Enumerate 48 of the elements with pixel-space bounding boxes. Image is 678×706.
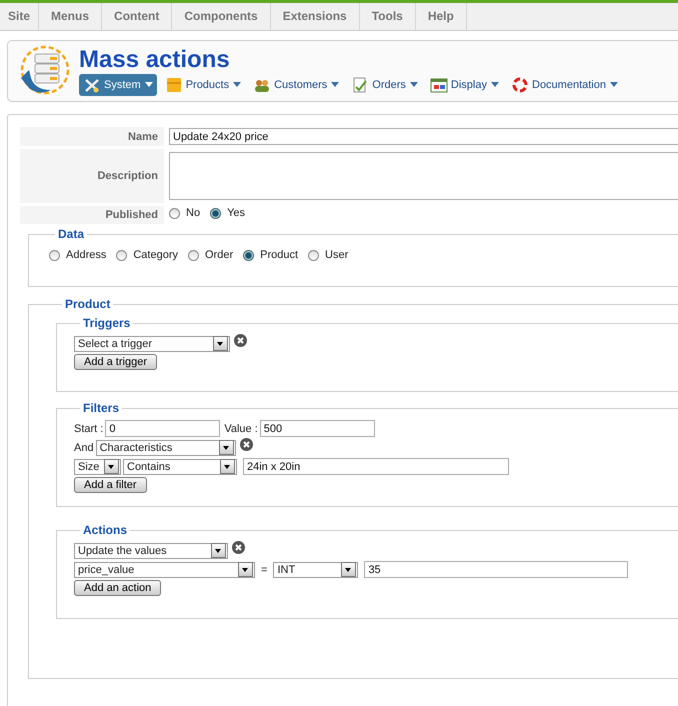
toolbar-menu[interactable]: System bbox=[79, 74, 157, 96]
toolbar-menu[interactable]: Orders bbox=[347, 74, 422, 96]
field-label: Start : bbox=[74, 422, 104, 434]
radio-label: User bbox=[325, 249, 348, 261]
menu-item[interactable]: Content bbox=[102, 3, 172, 30]
radio-label: Order bbox=[205, 249, 234, 261]
select-field[interactable]: INT bbox=[273, 562, 358, 578]
radio-label: No bbox=[186, 207, 200, 219]
radio-label: Product bbox=[260, 249, 298, 261]
toolbar-menu[interactable]: Documentation bbox=[507, 74, 622, 96]
field-label: Name bbox=[20, 127, 165, 146]
menu-item[interactable]: Menus bbox=[39, 3, 102, 30]
equals-sign: = bbox=[261, 564, 268, 576]
add-trigger-button[interactable]: Add a trigger bbox=[74, 354, 157, 370]
select-field[interactable]: Size bbox=[74, 458, 121, 474]
page-title: Mass actions bbox=[79, 46, 231, 72]
start-field[interactable]: 0 bbox=[105, 420, 220, 437]
select-field[interactable]: price_value bbox=[74, 562, 255, 578]
toolbar-menu[interactable]: Products bbox=[160, 74, 246, 96]
select-field[interactable]: Select a trigger bbox=[74, 336, 230, 352]
toolbar-menu[interactable]: Display bbox=[426, 74, 503, 96]
menu-item[interactable]: Site bbox=[0, 3, 40, 30]
field-label: And bbox=[74, 442, 94, 454]
value-field[interactable]: 35 bbox=[364, 561, 628, 578]
name-field[interactable]: Update 24x20 price bbox=[169, 128, 678, 145]
select-field[interactable]: Update the values bbox=[74, 542, 228, 558]
field-label: Value : bbox=[224, 422, 258, 434]
menu-item[interactable]: Help bbox=[416, 3, 467, 30]
menu-item[interactable]: Extensions bbox=[270, 3, 360, 30]
section-legend: Triggers bbox=[80, 316, 134, 330]
section-legend: Data bbox=[55, 227, 88, 241]
radio-label: Category bbox=[133, 249, 178, 261]
select-field[interactable]: Contains bbox=[123, 458, 237, 474]
radio-label: Yes bbox=[227, 207, 246, 219]
field-label: Description bbox=[20, 149, 165, 203]
field-label: Published bbox=[20, 206, 165, 224]
value-field[interactable]: 500 bbox=[260, 420, 375, 437]
add-filter-button[interactable]: Add a filter bbox=[74, 477, 147, 493]
toolbar-menu[interactable]: Customers bbox=[249, 74, 344, 96]
select-field[interactable]: Characteristics bbox=[96, 440, 236, 456]
section-legend: Filters bbox=[80, 401, 122, 415]
section-legend: Actions bbox=[80, 523, 130, 537]
section-legend: Product bbox=[62, 297, 114, 311]
text-field[interactable]: 24in x 20in bbox=[243, 458, 509, 475]
menu-item[interactable]: Tools bbox=[360, 3, 416, 30]
add-action-button[interactable]: Add an action bbox=[74, 580, 162, 596]
menu-item[interactable]: Components bbox=[172, 3, 271, 30]
radio-label: Address bbox=[66, 249, 106, 261]
